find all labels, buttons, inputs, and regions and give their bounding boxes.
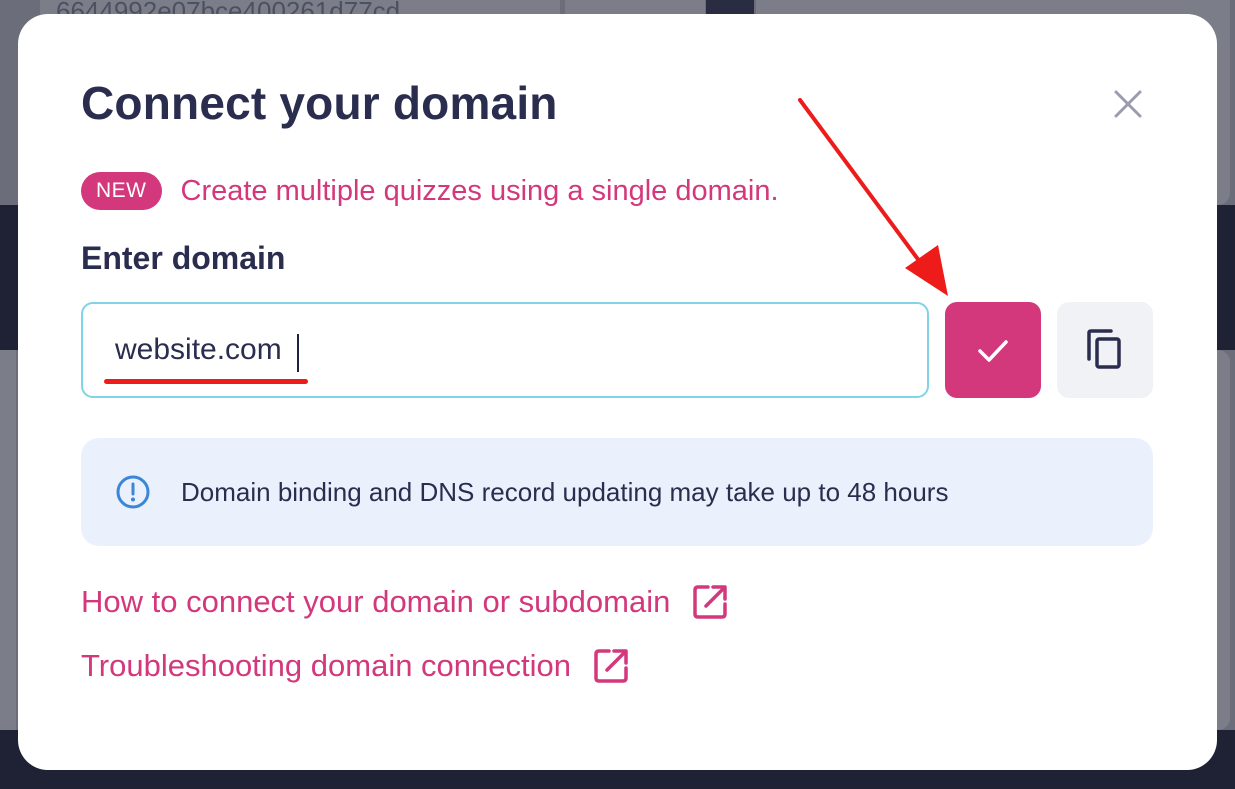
how-to-connect-link[interactable]: How to connect your domain or subdomain [81, 582, 730, 622]
annotation-underline [104, 379, 308, 384]
domain-input[interactable] [115, 324, 895, 376]
copy-button[interactable] [1057, 302, 1153, 398]
close-icon [1114, 90, 1142, 118]
troubleshooting-link[interactable]: Troubleshooting domain connection [81, 646, 631, 686]
domain-input-container [81, 302, 929, 398]
external-link-icon [690, 582, 730, 622]
troubleshooting-link-label: Troubleshooting domain connection [81, 648, 572, 683]
info-icon [115, 474, 151, 510]
confirm-domain-button[interactable] [945, 302, 1041, 398]
info-notice: Domain binding and DNS record updating m… [81, 438, 1153, 546]
promo-text: Create multiple quizzes using a single d… [180, 174, 779, 207]
background-left-card [0, 350, 16, 730]
modal-title: Connect your domain [81, 77, 558, 129]
promo-row: NEW Create multiple quizzes using a sing… [81, 172, 779, 210]
connect-domain-modal: Connect your domain NEW Create multiple … [18, 14, 1217, 770]
new-badge: NEW [81, 172, 162, 210]
copy-icon [1087, 329, 1121, 369]
external-link-icon [591, 646, 631, 686]
text-caret [297, 334, 299, 372]
enter-domain-label: Enter domain [81, 240, 286, 276]
how-to-connect-link-label: How to connect your domain or subdomain [81, 584, 671, 619]
checkmark-icon [978, 340, 1008, 362]
info-text: Domain binding and DNS record updating m… [181, 476, 949, 507]
close-button[interactable] [1108, 84, 1148, 124]
